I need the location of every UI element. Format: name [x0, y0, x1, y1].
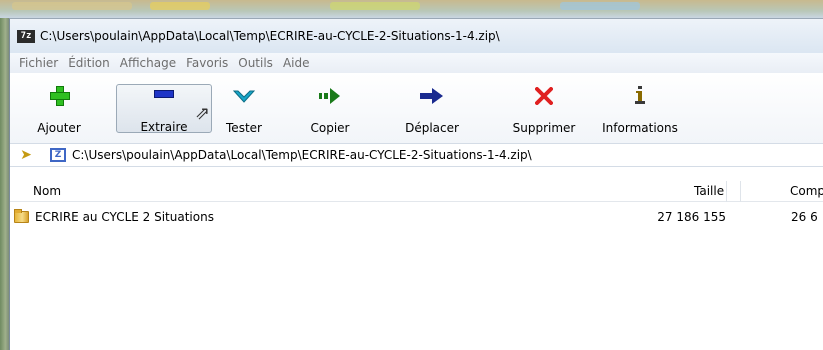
column-divider[interactable]	[740, 181, 741, 202]
column-divider[interactable]	[726, 181, 727, 202]
path-text: C:\Users\poulain\AppData\Local\Temp\ECRI…	[72, 148, 532, 162]
move-arrow-icon	[400, 85, 464, 107]
window-title: C:\Users\poulain\AppData\Local\Temp\ECRI…	[40, 29, 500, 43]
menu-fichier[interactable]: Fichier	[14, 54, 63, 72]
app-7zip-icon: 7z	[17, 29, 35, 43]
menu-edition[interactable]: Édition	[63, 54, 115, 72]
desktop-blob	[330, 2, 420, 10]
plus-icon	[34, 85, 84, 107]
info-button[interactable]: Informations	[594, 85, 686, 139]
menu-bar: Fichier Édition Affichage Favoris Outils…	[10, 53, 823, 73]
extract-button[interactable]: Extraire ⇗	[116, 84, 212, 134]
item-name: ECRIRE au CYCLE 2 Situations	[35, 210, 214, 224]
column-compressed[interactable]: Comp	[790, 181, 823, 202]
address-bar: ➤ Z C:\Users\poulain\AppData\Local\Temp\…	[10, 143, 823, 167]
delete-button[interactable]: Supprimer	[506, 85, 582, 139]
archive-window: 7z C:\Users\poulain\AppData\Local\Temp\E…	[9, 18, 823, 350]
check-icon	[216, 85, 272, 107]
path-field[interactable]: Z C:\Users\poulain\AppData\Local\Temp\EC…	[50, 145, 532, 165]
copy-label: Copier	[310, 121, 350, 135]
info-label: Informations	[602, 121, 678, 135]
menu-aide[interactable]: Aide	[278, 54, 315, 72]
zip-archive-icon: Z	[50, 148, 66, 162]
info-icon	[594, 85, 686, 107]
folder-icon	[14, 209, 29, 223]
column-size[interactable]: Taille	[694, 181, 724, 202]
desktop-background-strip	[0, 0, 823, 18]
column-name[interactable]: Nom	[33, 181, 61, 202]
desktop-blob	[12, 2, 132, 10]
copy-arrow-icon	[302, 85, 358, 107]
copy-button[interactable]: Copier	[302, 85, 358, 139]
desktop-left-edge	[0, 18, 9, 350]
desktop-blob	[560, 2, 640, 10]
title-bar[interactable]: 7z C:\Users\poulain\AppData\Local\Temp\E…	[10, 19, 823, 53]
move-button[interactable]: Déplacer	[400, 85, 464, 139]
list-header: Nom Taille Comp	[10, 181, 823, 202]
delete-label: Supprimer	[512, 121, 576, 135]
menu-outils[interactable]: Outils	[233, 54, 278, 72]
add-label: Ajouter	[37, 121, 81, 135]
item-size: 27 186 155	[657, 210, 726, 224]
menu-favoris[interactable]: Favoris	[181, 54, 233, 72]
menu-affichage[interactable]: Affichage	[115, 54, 181, 72]
add-button[interactable]: Ajouter	[34, 85, 84, 139]
list-item[interactable]: ECRIRE au CYCLE 2 Situations 27 186 155 …	[10, 208, 823, 226]
item-compressed: 26 6	[791, 210, 818, 224]
test-button[interactable]: Tester	[216, 85, 272, 139]
desktop-blob	[150, 2, 210, 10]
move-label: Déplacer	[405, 121, 459, 135]
toolbar: Ajouter Extraire ⇗ Tester Copier Déplace…	[10, 73, 823, 143]
delete-x-icon	[506, 85, 582, 107]
test-label: Tester	[226, 121, 262, 135]
mouse-cursor-icon: ⇗	[195, 103, 211, 124]
up-folder-icon[interactable]: ➤	[16, 146, 36, 164]
